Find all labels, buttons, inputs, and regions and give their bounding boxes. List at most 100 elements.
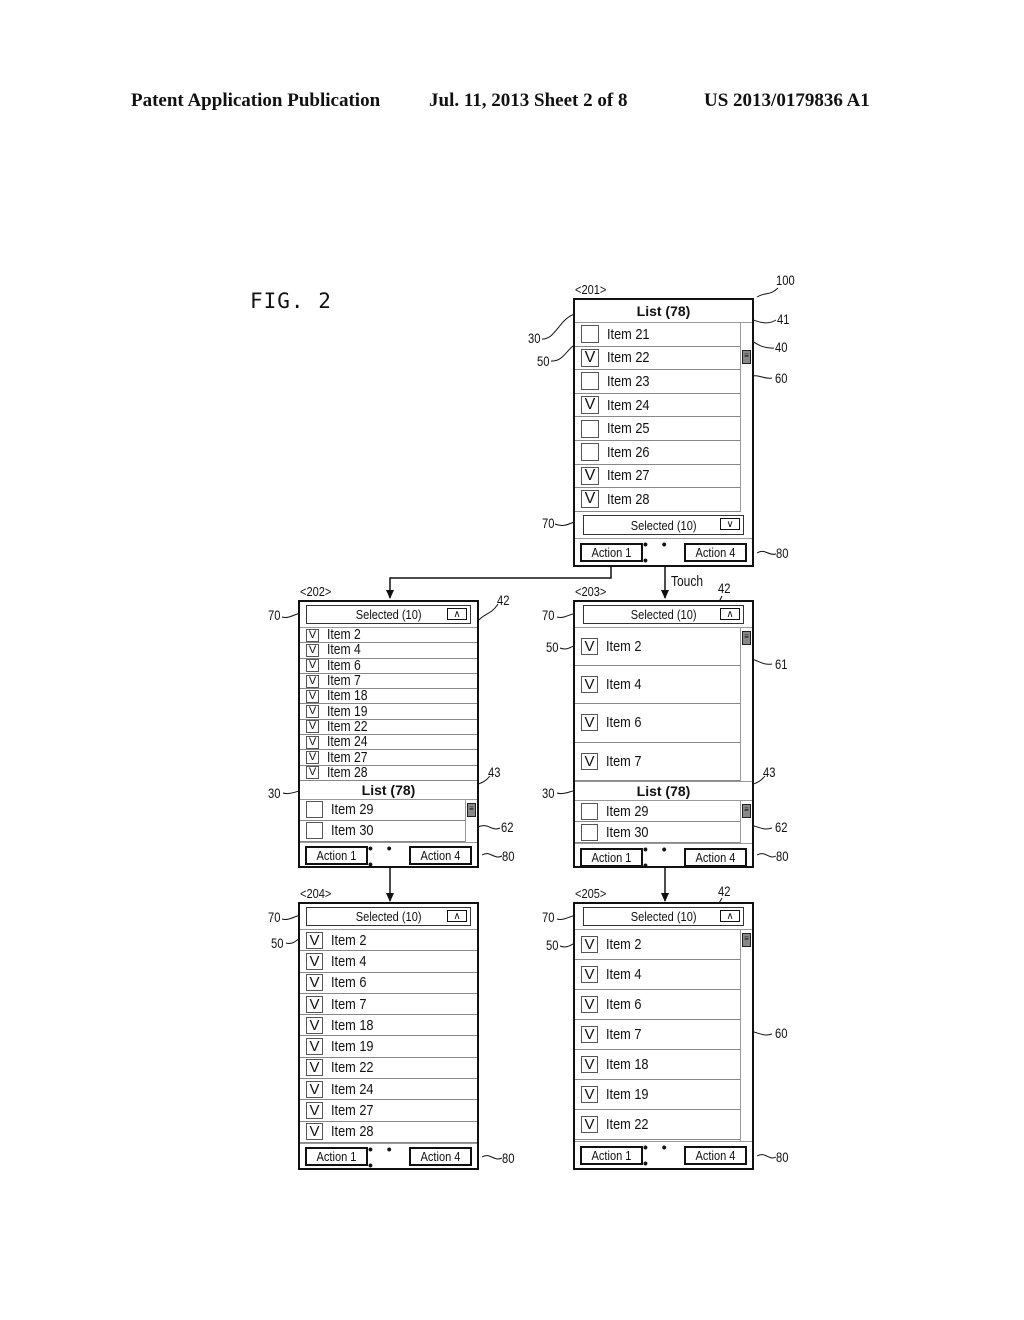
action-4-button[interactable]: Action 4: [684, 847, 747, 867]
checkbox-checked[interactable]: V: [306, 689, 319, 703]
list-item[interactable]: V Item 22: [575, 347, 740, 371]
action-4-button[interactable]: Action 4: [409, 846, 472, 866]
action-4-button[interactable]: Action 4: [409, 1147, 472, 1167]
action-4-button[interactable]: Action 4: [684, 1145, 747, 1165]
scroll-thumb[interactable]: ≡: [742, 933, 751, 947]
list-item[interactable]: V Item 24: [300, 734, 477, 751]
chevron-up-icon[interactable]: ∧: [720, 910, 740, 922]
list-item[interactable]: V Item 28: [575, 488, 740, 512]
checkbox-checked[interactable]: V: [306, 674, 319, 688]
list-item[interactable]: Item 23: [575, 370, 740, 394]
selected-bar[interactable]: Selected (10) ∧: [306, 605, 471, 624]
checkbox-checked[interactable]: V: [581, 966, 598, 983]
checkbox-checked[interactable]: V: [581, 466, 599, 485]
checkbox-unchecked[interactable]: [581, 802, 598, 820]
checkbox-checked[interactable]: V: [306, 1016, 323, 1034]
list-item[interactable]: Item 30: [300, 821, 465, 842]
list-item[interactable]: Item 29: [300, 800, 465, 821]
list-item[interactable]: V Item 19: [300, 1036, 477, 1058]
checkbox-checked[interactable]: V: [581, 490, 599, 509]
action-1-button[interactable]: Action 1: [305, 846, 368, 866]
chevron-up-icon[interactable]: ∧: [447, 608, 467, 620]
checkbox-checked[interactable]: V: [581, 396, 599, 415]
scroll-thumb[interactable]: ≡: [742, 350, 751, 364]
list-item[interactable]: V Item 27: [300, 750, 477, 766]
checkbox-checked[interactable]: V: [581, 1026, 598, 1043]
list-header[interactable]: List (78): [575, 300, 752, 323]
action-1-button[interactable]: Action 1: [580, 542, 643, 562]
checkbox-unchecked[interactable]: [581, 325, 599, 344]
action-4-button[interactable]: Action 4: [684, 542, 747, 562]
list-header[interactable]: List (78): [300, 781, 477, 800]
action-1-button[interactable]: Action 1: [305, 1147, 368, 1167]
scrollbar[interactable]: ≡: [740, 628, 752, 781]
checkbox-checked[interactable]: V: [306, 643, 319, 657]
checkbox-checked[interactable]: V: [306, 974, 323, 992]
chevron-up-icon[interactable]: ∧: [720, 608, 740, 620]
list-item[interactable]: V Item 24: [300, 1079, 477, 1101]
list-item[interactable]: Item 30: [575, 822, 740, 843]
checkbox-checked[interactable]: V: [581, 638, 598, 656]
checkbox-checked[interactable]: V: [581, 752, 598, 770]
checkbox-checked[interactable]: V: [306, 659, 319, 673]
scrollbar[interactable]: ≡: [465, 799, 477, 842]
scroll-thumb[interactable]: ≡: [467, 802, 476, 817]
checkbox-checked[interactable]: V: [306, 1123, 323, 1141]
list-item[interactable]: V Item 6: [300, 973, 477, 994]
scrollbar[interactable]: ≡: [740, 323, 752, 512]
list-item[interactable]: V Item 7: [300, 994, 477, 1016]
checkbox-checked[interactable]: V: [581, 1086, 598, 1103]
list-item[interactable]: V Item 28: [300, 1122, 477, 1143]
checkbox-checked[interactable]: V: [306, 751, 319, 765]
scrollbar[interactable]: ≡: [740, 801, 752, 843]
list-item[interactable]: V Item 4: [575, 666, 740, 705]
scroll-thumb[interactable]: ≡: [742, 804, 751, 818]
list-item[interactable]: V Item 6: [575, 704, 740, 743]
list-item[interactable]: V Item 4: [300, 642, 477, 659]
list-item[interactable]: V Item 2: [300, 627, 477, 644]
list-item[interactable]: V Item 7: [575, 1020, 740, 1050]
checkbox-checked[interactable]: V: [306, 735, 319, 749]
checkbox-checked[interactable]: V: [581, 996, 598, 1013]
selected-bar[interactable]: Selected (10) ∧: [306, 907, 471, 926]
selected-bar[interactable]: Selected (10) ∧: [583, 605, 744, 624]
action-1-button[interactable]: Action 1: [580, 1145, 643, 1165]
list-item[interactable]: V Item 27: [575, 465, 740, 489]
checkbox-checked[interactable]: V: [581, 714, 598, 732]
list-item[interactable]: V Item 7: [575, 743, 740, 781]
checkbox-checked[interactable]: V: [581, 936, 598, 953]
checkbox-checked[interactable]: V: [306, 931, 323, 949]
list-item[interactable]: V Item 28: [300, 765, 477, 781]
checkbox-checked[interactable]: V: [306, 1038, 323, 1056]
checkbox-checked[interactable]: V: [581, 1056, 598, 1073]
list-item[interactable]: V Item 24: [575, 394, 740, 418]
checkbox-unchecked[interactable]: [581, 372, 599, 391]
checkbox-unchecked[interactable]: [306, 822, 323, 840]
scrollbar[interactable]: ≡: [740, 930, 752, 1141]
list-item[interactable]: Item 25: [575, 417, 740, 441]
list-header[interactable]: List (78): [575, 781, 752, 801]
checkbox-checked[interactable]: V: [581, 348, 599, 367]
list-item[interactable]: V Item 2: [575, 628, 740, 667]
checkbox-checked[interactable]: V: [306, 1059, 323, 1077]
list-item[interactable]: V Item 6: [575, 990, 740, 1020]
checkbox-unchecked[interactable]: [581, 419, 599, 438]
checkbox-unchecked[interactable]: [581, 823, 598, 841]
list-item[interactable]: Item 26: [575, 441, 740, 465]
list-item[interactable]: V Item 7: [300, 673, 477, 690]
chevron-down-icon[interactable]: ∨: [720, 518, 740, 530]
list-item[interactable]: V Item 2: [575, 930, 740, 960]
list-item[interactable]: V Item 18: [300, 1015, 477, 1037]
checkbox-unchecked[interactable]: [581, 443, 599, 462]
selected-bar[interactable]: Selected (10) ∧: [583, 907, 744, 926]
checkbox-checked[interactable]: V: [306, 1080, 323, 1098]
list-item[interactable]: V Item 19: [300, 704, 477, 720]
list-item[interactable]: V Item 18: [300, 688, 477, 705]
list-item[interactable]: V Item 22: [575, 1110, 740, 1140]
list-item[interactable]: V Item 4: [575, 960, 740, 990]
scroll-thumb[interactable]: ≡: [742, 631, 751, 645]
selected-bar[interactable]: Selected (10) ∨: [583, 515, 744, 535]
list-item[interactable]: V Item 18: [575, 1050, 740, 1080]
checkbox-checked[interactable]: V: [306, 628, 319, 642]
list-item[interactable]: V Item 19: [575, 1080, 740, 1110]
